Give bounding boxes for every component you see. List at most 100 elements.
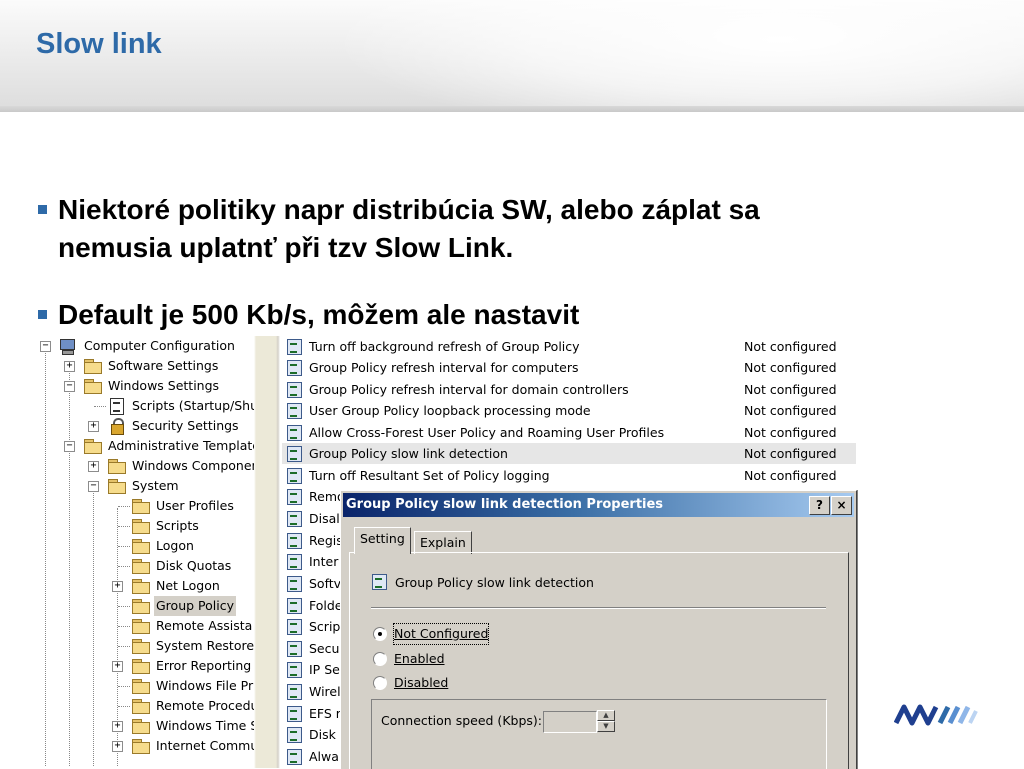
tree-item-label: Internet Commu (156, 738, 254, 753)
expand-icon[interactable]: + (112, 741, 123, 752)
tree-item-system[interactable]: − System (36, 476, 254, 496)
policy-row-selected[interactable]: Group Policy slow link detection Not conf… (282, 443, 856, 464)
connection-speed-input[interactable] (543, 711, 597, 733)
folder-icon (132, 739, 150, 754)
tree-item-system-restore[interactable]: System Restore (36, 636, 254, 656)
policy-name: Turn off Resultant Set of Policy logging (309, 468, 550, 483)
bullet-marker (38, 310, 47, 319)
policy-row[interactable]: Allow Cross-Forest User Policy and Roami… (282, 422, 856, 443)
expand-icon[interactable]: + (112, 721, 123, 732)
tree-item-label: Scripts (Startup/Shu (132, 398, 254, 413)
radio-button[interactable] (373, 676, 387, 690)
policy-icon (286, 618, 303, 635)
policy-icon (286, 488, 303, 505)
policy-icon (371, 573, 388, 590)
tab-setting[interactable]: Setting (354, 527, 411, 554)
expand-icon[interactable]: + (88, 421, 99, 432)
policy-icon (286, 338, 303, 355)
tree-item-internet-communication[interactable]: + Internet Commu (36, 736, 254, 756)
policy-row[interactable]: Turn off background refresh of Group Pol… (282, 336, 856, 357)
tree-item-windows-components[interactable]: + Windows Componen (36, 456, 254, 476)
policy-state: Not configured (744, 446, 837, 461)
tree-connector (94, 406, 106, 407)
tree-item-windows-time[interactable]: + Windows Time S (36, 716, 254, 736)
dialog-titlebar[interactable]: Group Policy slow link detection Propert… (343, 493, 854, 517)
tree-item-remote-assistance[interactable]: Remote Assista (36, 616, 254, 636)
speed-spinner[interactable]: ▲ ▼ (597, 710, 615, 733)
pane-splitter[interactable] (254, 336, 282, 768)
collapse-icon[interactable]: − (64, 381, 75, 392)
tree-item-scripts-startup[interactable]: Scripts (Startup/Shu (36, 396, 254, 416)
tree-item-label: Windows Componen (132, 458, 254, 473)
tree-connector (118, 566, 130, 567)
radio-button[interactable] (373, 627, 387, 641)
security-icon (108, 418, 126, 435)
expand-icon[interactable]: + (64, 361, 75, 372)
tree-item-computer-configuration[interactable]: − Computer Configuration (36, 336, 254, 356)
policy-icon (286, 510, 303, 527)
policy-icon (286, 359, 303, 376)
collapse-icon[interactable]: − (88, 481, 99, 492)
radio-label: Not Configured (392, 623, 490, 645)
policy-icon (286, 661, 303, 678)
script-icon (108, 397, 126, 415)
tree-item-windows-file-protection[interactable]: Windows File Pr (36, 676, 254, 696)
tab-explain[interactable]: Explain (414, 531, 472, 554)
collapse-icon[interactable]: − (64, 441, 75, 452)
folder-icon (132, 619, 150, 634)
folder-open-icon (132, 599, 150, 614)
expand-icon[interactable]: + (112, 581, 123, 592)
policy-name: Regis (309, 533, 343, 548)
spin-up-icon[interactable]: ▲ (597, 710, 615, 721)
spin-down-icon[interactable]: ▼ (597, 721, 615, 732)
bullet-2-text: Default je 500 Kb/s, môžem ale nastavit (58, 299, 580, 330)
tree-connector (118, 606, 130, 607)
tree-item-label: Windows File Pr (156, 678, 254, 693)
policy-icon (286, 553, 303, 570)
tree-item-remote-procedure[interactable]: Remote Procedu (36, 696, 254, 716)
policy-row[interactable]: Group Policy refresh interval for comput… (282, 357, 856, 378)
policy-row[interactable]: User Group Policy loopback processing mo… (282, 400, 856, 421)
separator (371, 607, 826, 609)
tree-item-label: Remote Assista (156, 618, 253, 633)
tree-connector (118, 706, 130, 707)
tree-item-disk-quotas[interactable]: Disk Quotas (36, 556, 254, 576)
tree-item-label: System Restore (156, 638, 254, 653)
policy-name: Turn off background refresh of Group Pol… (309, 339, 580, 354)
tree-item-windows-settings[interactable]: − Windows Settings (36, 376, 254, 396)
tree-item-label: Windows Settings (108, 378, 220, 393)
collapse-icon[interactable]: − (40, 341, 51, 352)
tree-item-scripts[interactable]: Scripts (36, 516, 254, 536)
folder-icon (132, 559, 150, 574)
policy-tree[interactable]: − Computer Configuration + Software Sett… (36, 336, 254, 768)
folder-icon (84, 379, 102, 394)
tree-item-software-settings[interactable]: + Software Settings (36, 356, 254, 376)
help-button[interactable]: ? (809, 496, 830, 515)
expand-icon[interactable]: + (88, 461, 99, 472)
tree-item-label: User Profiles (156, 498, 234, 513)
policy-state: Not configured (744, 403, 837, 418)
folder-icon (132, 719, 150, 734)
close-button[interactable]: × (831, 496, 852, 515)
tree-connector (118, 646, 130, 647)
tree-item-label: Computer Configuration (84, 338, 235, 353)
policy-icon (286, 726, 303, 743)
expand-icon[interactable]: + (112, 661, 123, 672)
policy-row[interactable]: Turn off Resultant Set of Policy logging… (282, 465, 856, 486)
tree-item-error-reporting[interactable]: + Error Reporting (36, 656, 254, 676)
tree-item-net-logon[interactable]: + Net Logon (36, 576, 254, 596)
policy-icon (286, 683, 303, 700)
tree-item-administrative-templates[interactable]: − Administrative Template (36, 436, 254, 456)
tree-item-label: Error Reporting (156, 658, 252, 673)
tree-item-label: Software Settings (108, 358, 219, 373)
tree-item-label: Scripts (156, 518, 199, 533)
bullet-1: Niektoré politiky napr distribúcia SW, a… (38, 191, 938, 271)
policy-name: Group Policy slow link detection (309, 446, 508, 461)
tree-item-logon[interactable]: Logon (36, 536, 254, 556)
tree-item-user-profiles[interactable]: User Profiles (36, 496, 254, 516)
radio-button[interactable] (373, 652, 387, 666)
policy-row[interactable]: Group Policy refresh interval for domain… (282, 379, 856, 400)
tree-item-group-policy[interactable]: Group Policy (36, 596, 254, 616)
tree-item-security-settings[interactable]: + Security Settings (36, 416, 254, 436)
tree-item-label: Security Settings (132, 418, 239, 433)
